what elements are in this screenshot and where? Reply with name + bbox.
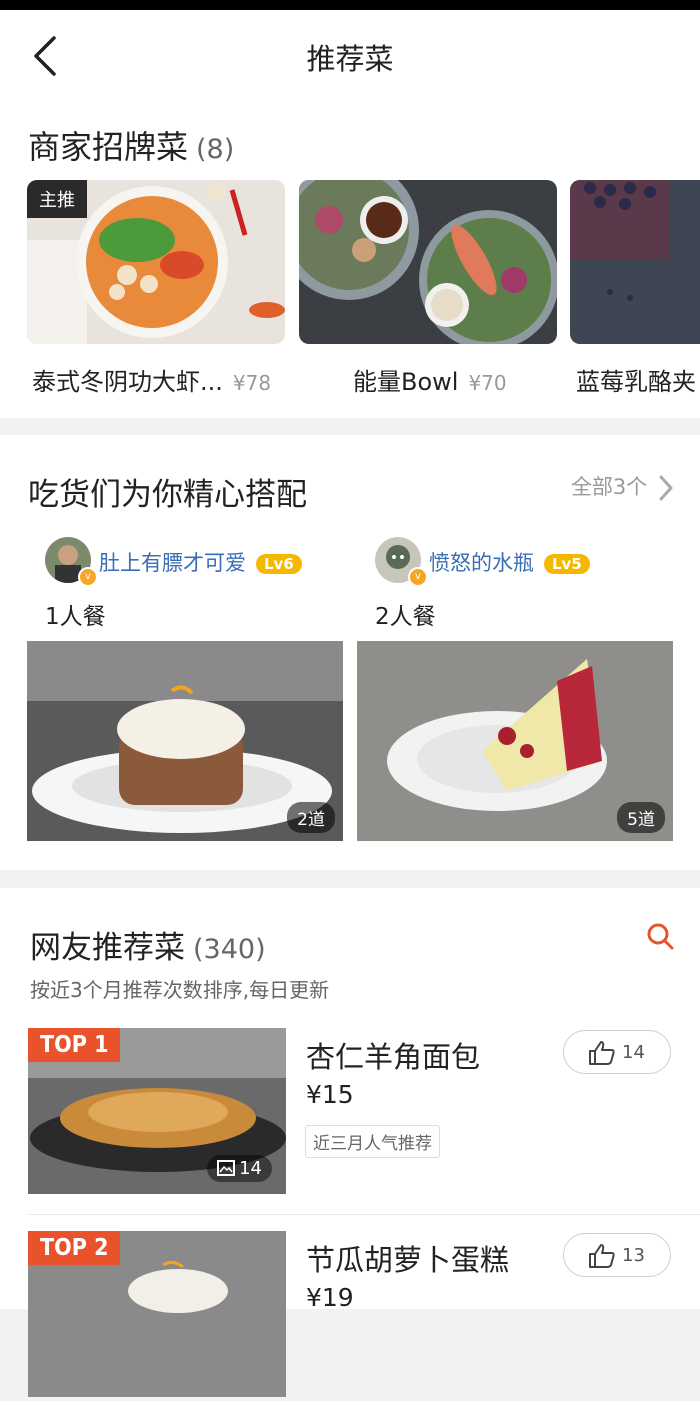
username[interactable]: 愤怒的水瓶 Lv5: [429, 547, 590, 577]
image-icon: [217, 1160, 236, 1176]
level-badge: Lv6: [256, 554, 302, 574]
featured-badge: 主推: [27, 180, 87, 218]
dish-name: 节瓜胡萝卜蛋糕: [306, 1243, 510, 1277]
ranking-title: 网友推荐菜: [30, 930, 185, 966]
status-bar: [0, 0, 700, 10]
signature-dishes-section: 商家招牌菜 (8) 主推 泰式冬阴功大虾... ¥78 能量Bowl ¥70 蓝…: [0, 100, 700, 418]
like-button[interactable]: 13: [563, 1233, 671, 1277]
like-count: 13: [622, 1245, 645, 1266]
combo-image: 5道: [357, 641, 673, 841]
section-title: 商家招牌菜 (8): [28, 122, 234, 168]
dish-name-text: 能量Bowl: [353, 368, 459, 396]
page-title: 推荐菜: [306, 42, 394, 76]
dish-price: ¥70: [468, 371, 507, 395]
search-button[interactable]: [646, 922, 674, 954]
dish-price: ¥19: [306, 1283, 354, 1312]
ranking-subtitle: 按近3个月推荐次数排序,每日更新: [30, 978, 330, 1002]
ranking-section: 网友推荐菜 (340) 按近3个月推荐次数排序,每日更新 TOP 1 14 杏仁…: [0, 888, 700, 1397]
dish-name-text: 泰式冬阴功大虾...: [32, 368, 223, 396]
combos-section: 吃货们为你精心搭配 全部3个 v 肚上有膘才可爱 Lv6 1人餐 2道 v 愤怒…: [0, 435, 700, 870]
dish-image: [299, 180, 557, 344]
dish-price: ¥15: [306, 1080, 354, 1109]
rank-badge: TOP 1: [28, 1028, 121, 1062]
dish-name: 泰式冬阴功大虾... ¥78: [32, 362, 271, 397]
list-item[interactable]: TOP 2 节瓜胡萝卜蛋糕 ¥19 13: [0, 1231, 700, 1401]
verified-icon: v: [78, 567, 98, 587]
thumbs-up-icon: [589, 1041, 615, 1065]
nav-bar: 推荐菜: [0, 10, 700, 100]
ranking-count: (340): [193, 934, 266, 965]
divider: [28, 1214, 700, 1215]
dish-name: 能量Bowl ¥70: [353, 362, 507, 397]
photo-count-text: 14: [239, 1158, 262, 1179]
username[interactable]: 肚上有膘才可爱 Lv6: [99, 547, 302, 577]
verified-icon: v: [408, 567, 428, 587]
dish-image: TOP 2: [28, 1231, 286, 1397]
signature-title: 商家招牌菜: [28, 128, 189, 166]
level-badge: Lv5: [544, 554, 590, 574]
username-text: 愤怒的水瓶: [429, 551, 534, 575]
dish-image: TOP 1 14: [28, 1028, 286, 1194]
rank-badge: TOP 2: [28, 1231, 121, 1265]
username-text: 肚上有膘才可爱: [99, 551, 246, 575]
photo-count: 14: [207, 1155, 272, 1182]
thumbs-up-icon: [589, 1244, 615, 1268]
dish-price: ¥78: [232, 371, 272, 395]
dish-image: [570, 180, 700, 344]
list-item[interactable]: TOP 1 14 杏仁羊角面包 ¥15 近三月人气推荐 14: [0, 1028, 700, 1198]
combo-image: 2道: [27, 641, 343, 841]
dish-name: 蓝莓乳酪夹: [576, 362, 696, 397]
chevron-right-icon: [659, 475, 673, 501]
dish-count-badge: 2道: [287, 802, 335, 833]
like-count: 14: [622, 1042, 645, 1063]
combo-label: 2人餐: [375, 604, 436, 630]
dish-name: 杏仁羊角面包: [306, 1040, 481, 1074]
dish-count-badge: 5道: [617, 802, 665, 833]
see-all-link[interactable]: 全部3个: [571, 471, 674, 501]
search-icon: [647, 923, 674, 950]
like-button[interactable]: 14: [563, 1030, 671, 1074]
dish-image: 主推: [27, 180, 285, 344]
signature-count: (8): [196, 134, 235, 165]
popularity-tag: 近三月人气推荐: [305, 1125, 440, 1158]
section-title: 吃货们为你精心搭配: [28, 477, 307, 513]
see-all-text: 全部3个: [570, 475, 648, 499]
section-title: 网友推荐菜 (340): [30, 922, 266, 967]
combo-label: 1人餐: [45, 604, 106, 630]
dish-name-text: 蓝莓乳酪夹: [576, 368, 696, 396]
